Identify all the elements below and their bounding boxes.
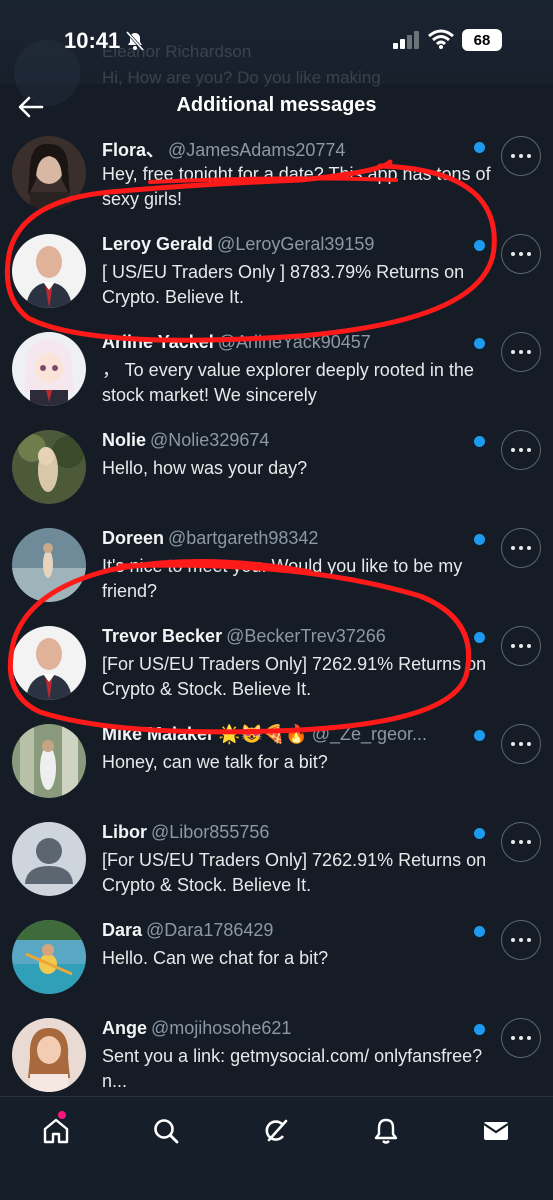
message-row[interactable]: Dara @Dara1786429 Hello. Can we chat for … (0, 912, 553, 1009)
sender-handle: @bartgareth98342 (168, 528, 319, 548)
ghost-name: Eleanor Richardson (102, 42, 252, 61)
message-row[interactable]: Libor @Libor855756 [For US/EU Traders Onl… (0, 814, 553, 911)
more-options-button[interactable] (501, 822, 541, 862)
bottom-nav (0, 1096, 553, 1200)
message-preview: ， To every value explorer deeply rooted … (102, 360, 474, 405)
sender-handle: @JamesAdams20774 (168, 140, 346, 160)
message-row[interactable]: Flora、 @JamesAdams20774 Hey, free tonight… (0, 128, 553, 225)
message-row[interactable]: Ange @mojihosohe621 Sent you a link: getm… (0, 1010, 553, 1107)
more-options-button[interactable] (501, 332, 541, 372)
home-icon (43, 1118, 69, 1144)
sender-name: Ange (102, 1018, 147, 1038)
sender-handle: @BeckerTrev37266 (226, 626, 386, 646)
sender-name: Nolie (102, 430, 147, 450)
unread-dot (474, 828, 485, 839)
unread-dot (474, 436, 485, 447)
message-row[interactable]: Leroy Gerald @LeroyGeral39159 [ US/EU Tra… (0, 226, 553, 323)
avatar (12, 920, 86, 994)
avatar (12, 626, 86, 700)
nav-notifications[interactable] (366, 1111, 406, 1151)
sender-name: Libor (102, 822, 147, 842)
message-preview: [ US/EU Traders Only ] 8783.79% Returns … (102, 262, 465, 307)
avatar (12, 724, 86, 798)
name-emojis: 🌟😻🍕🔥 (218, 724, 308, 744)
sender-name: Trevor Becker (102, 626, 223, 646)
header: Additional messages (0, 84, 553, 128)
sender-line: Arline Yackel @ArlineYack90457 (102, 332, 470, 353)
sender-name: Dara (102, 920, 143, 940)
message-row[interactable]: Trevor Becker @BeckerTrev37266 [For US/EU… (0, 618, 553, 715)
unread-dot (474, 240, 485, 251)
unread-dot (474, 142, 485, 153)
notification-dot (58, 1111, 66, 1119)
avatar (12, 1018, 86, 1092)
avatar (12, 430, 86, 504)
avatar (12, 332, 86, 406)
sender-line: Trevor Becker @BeckerTrev37266 (102, 626, 470, 647)
more-options-button[interactable] (501, 136, 541, 176)
sender-handle: @ArlineYack90457 (217, 332, 371, 352)
sender-handle: @Nolie329674 (150, 430, 270, 450)
grok-icon (265, 1119, 288, 1142)
more-options-button[interactable] (501, 724, 541, 764)
search-icon (154, 1119, 179, 1144)
message-preview: Hello. Can we chat for a bit? (102, 948, 329, 968)
sender-handle: @_Ze_rgeor... (311, 724, 428, 744)
more-options-button[interactable] (501, 1018, 541, 1058)
sender-handle: @mojihosohe621 (151, 1018, 292, 1038)
sender-line: Mike Malaker 🌟😻🍕🔥 @_Ze_rgeor... (102, 724, 470, 745)
unread-dot (474, 730, 485, 741)
message-preview: Honey, can we talk for a bit? (102, 752, 328, 772)
avatar (12, 234, 86, 308)
sender-name: Arline Yackel (102, 332, 214, 352)
message-row[interactable]: Doreen @bartgareth98342 It's nice to meet… (0, 520, 553, 617)
sender-line: Doreen @bartgareth98342 (102, 528, 470, 549)
sender-name: Leroy Gerald (102, 234, 214, 254)
message-preview: [For US/EU Traders Only] 7262.91% Return… (102, 654, 487, 699)
sender-name: Doreen (102, 528, 165, 548)
unread-dot (474, 338, 485, 349)
nav-search[interactable] (146, 1111, 186, 1151)
nav-grok[interactable] (256, 1111, 296, 1151)
nav-messages[interactable] (476, 1111, 516, 1151)
message-row[interactable]: Nolie @Nolie329674 Hello, how was your da… (0, 422, 553, 519)
message-preview: [For US/EU Traders Only] 7262.91% Return… (102, 850, 487, 895)
unread-dot (474, 632, 485, 643)
sender-name: Mike Malaker (102, 724, 215, 744)
message-preview: Sent you a link: getmysocial.com/ onlyfa… (102, 1046, 483, 1091)
message-preview: It's nice to meet you. Would you like to… (102, 556, 463, 601)
nav-home[interactable] (36, 1111, 76, 1151)
sender-line: Leroy Gerald @LeroyGeral39159 (102, 234, 470, 255)
unread-dot (474, 926, 485, 937)
sender-line: Ange @mojihosohe621 (102, 1018, 470, 1039)
bell-icon (374, 1118, 398, 1144)
mail-icon (483, 1122, 509, 1140)
message-row[interactable]: Mike Malaker 🌟😻🍕🔥 @_Ze_rgeor... Honey, can… (0, 716, 553, 813)
message-preview: Hey, free tonight for a date? This app h… (102, 164, 491, 209)
sender-handle: @Libor855756 (151, 822, 270, 842)
sender-line: Libor @Libor855756 (102, 822, 470, 843)
sender-line: Flora、 @JamesAdams20774 (102, 136, 470, 162)
sender-handle: @LeroyGeral39159 (217, 234, 375, 254)
more-options-button[interactable] (501, 430, 541, 470)
sender-line: Nolie @Nolie329674 (102, 430, 470, 451)
unread-dot (474, 1024, 485, 1035)
more-options-button[interactable] (501, 920, 541, 960)
unread-dot (474, 534, 485, 545)
avatar-placeholder (12, 822, 86, 896)
more-options-button[interactable] (501, 528, 541, 568)
avatar (12, 136, 86, 210)
more-options-button[interactable] (501, 234, 541, 274)
sender-name: Flora、 (102, 140, 165, 160)
sender-line: Dara @Dara1786429 (102, 920, 470, 941)
message-row[interactable]: Arline Yackel @ArlineYack90457 ， To every… (0, 324, 553, 421)
page-title: Additional messages (176, 94, 377, 116)
more-options-button[interactable] (501, 626, 541, 666)
message-preview: Hello, how was your day? (102, 458, 308, 478)
sender-handle: @Dara1786429 (146, 920, 274, 940)
avatar (12, 528, 86, 602)
